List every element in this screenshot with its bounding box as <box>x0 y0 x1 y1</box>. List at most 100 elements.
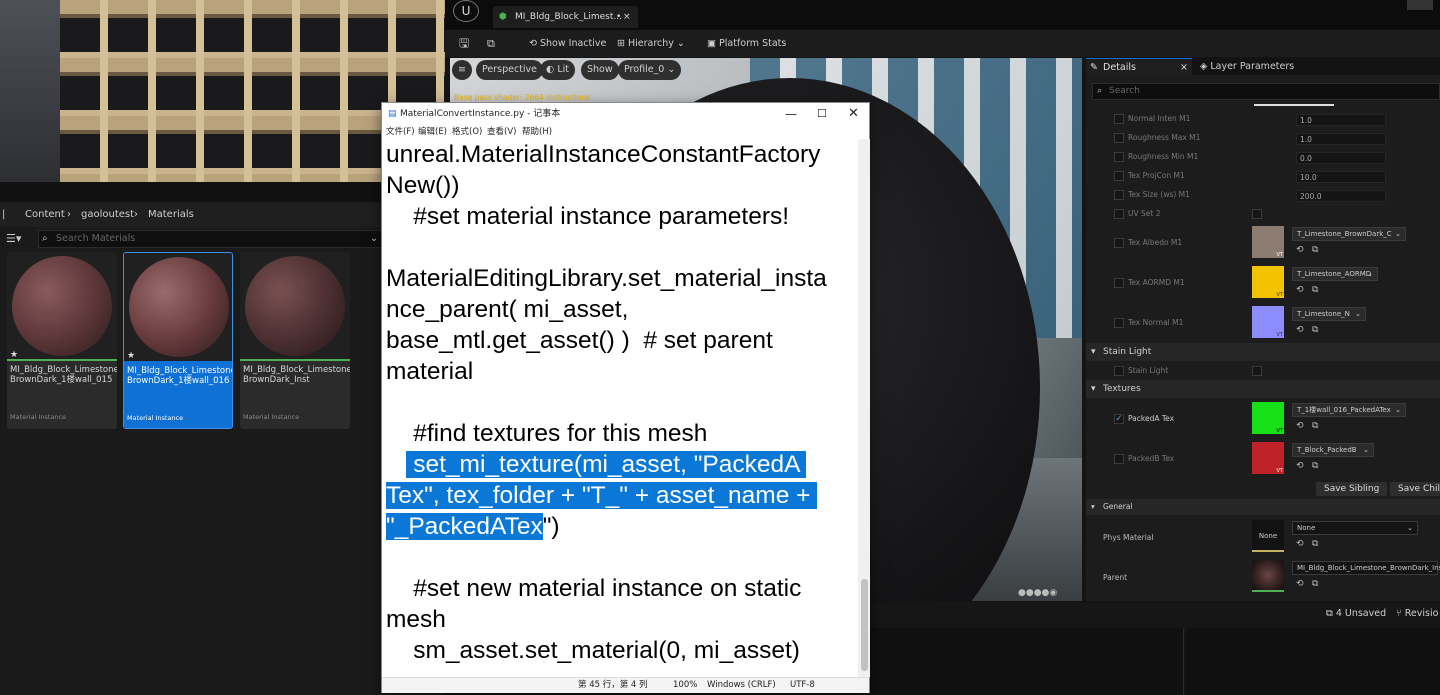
texture-thumbnail[interactable]: VT <box>1252 306 1284 338</box>
section-textures[interactable]: ▾ Textures <box>1086 380 1440 398</box>
browse-icon[interactable]: ⧉ <box>1312 579 1318 589</box>
menu-file[interactable]: 文件(F) <box>386 125 415 137</box>
parent-thumbnail[interactable] <box>1252 560 1284 592</box>
notepad-titlebar: ▤ MaterialConvertInstance.py - 记事本 — ☐ ✕ <box>382 103 869 125</box>
hierarchy-icon: ⊞ <box>617 38 628 49</box>
close-icon[interactable]: × <box>623 6 631 28</box>
texture-asset-dropdown[interactable]: T_Limestone_N ⌄ <box>1292 307 1366 321</box>
param-value[interactable]: 0.0 <box>1296 152 1386 164</box>
override-checkbox[interactable] <box>1114 318 1124 328</box>
section-stain-light[interactable]: ▾ Stain Light <box>1086 343 1440 361</box>
phys-material-thumbnail[interactable]: None <box>1252 520 1284 552</box>
chevron-down-icon[interactable]: ⌄ <box>370 231 378 247</box>
search-materials-input[interactable]: ⌕ Search Materials ⌄ <box>38 230 383 248</box>
minimize-icon[interactable]: — <box>785 103 797 125</box>
tab-layer-parameters[interactable]: ◈ Layer Parameters <box>1200 58 1294 75</box>
param-value[interactable]: 10.0 <box>1296 171 1386 183</box>
close-icon[interactable]: × <box>1180 59 1188 76</box>
scrollbar-thumb[interactable] <box>861 579 868 671</box>
texture-asset-dropdown[interactable]: T_Block_PackedB ⌄ <box>1292 443 1374 457</box>
menu-icon[interactable]: ≡ <box>452 60 472 80</box>
browse-icon[interactable]: ⧉ <box>1312 421 1318 431</box>
override-checkbox[interactable] <box>1114 209 1124 219</box>
unsaved-button[interactable]: ⧉ 4 Unsaved <box>1326 608 1386 619</box>
browse-icon[interactable]: ⧉ <box>1312 539 1318 549</box>
override-checkbox[interactable] <box>1114 238 1124 248</box>
hierarchy-button[interactable]: ⊞ Hierarchy ⌄ <box>617 30 685 57</box>
override-checkbox[interactable] <box>1114 366 1124 376</box>
texture-asset-dropdown[interactable]: T_1楼wall_016_PackedATex ⌄ <box>1292 403 1406 417</box>
param-checkbox[interactable] <box>1252 366 1262 376</box>
perspective-button[interactable]: Perspective <box>476 60 544 80</box>
asset-thumbnail <box>240 252 350 360</box>
override-checkbox[interactable] <box>1114 278 1124 288</box>
save-child-button[interactable]: Save Chil <box>1390 482 1440 496</box>
param-value[interactable]: 200.0 <box>1296 190 1386 202</box>
use-selected-icon[interactable]: ⟲ <box>1296 461 1304 471</box>
level-viewport[interactable] <box>0 0 445 182</box>
param-label: Normal Inten M1 <box>1128 114 1191 123</box>
code-line: set_mi_texture(mi_asset, "PackedA <box>386 449 856 480</box>
filter-icon[interactable]: ☰▾ <box>6 232 21 245</box>
profile-dropdown[interactable]: Profile_0 ⌄ <box>618 60 682 80</box>
platform-stats-button[interactable]: ▣ Platform Stats <box>707 30 786 57</box>
texture-asset-dropdown[interactable]: T_Limestone_AORMD ⌄ <box>1292 267 1378 281</box>
texture-asset-dropdown[interactable]: T_Limestone_BrownDark_C ⌄ <box>1292 227 1406 241</box>
menu-format[interactable]: 格式(O) <box>452 125 482 137</box>
texture-thumbnail[interactable]: VT <box>1252 402 1284 434</box>
override-checkbox[interactable] <box>1114 190 1124 200</box>
show-inactive-button[interactable]: ⟲ Show Inactive <box>529 30 606 57</box>
texture-thumbnail[interactable]: VT <box>1252 226 1284 258</box>
texture-thumbnail[interactable]: VT <box>1252 442 1284 474</box>
window-control[interactable] <box>1407 0 1433 10</box>
menu-view[interactable]: 查看(V) <box>487 125 516 137</box>
use-selected-icon[interactable]: ⟲ <box>1296 325 1304 335</box>
save-icon[interactable]: 🖫 <box>459 30 469 57</box>
override-checkbox[interactable] <box>1114 454 1124 464</box>
tab-details[interactable]: ✎ Details × <box>1086 58 1192 75</box>
browse-icon[interactable]: ⧉ <box>487 30 495 57</box>
use-selected-icon[interactable]: ⟲ <box>1296 421 1304 431</box>
maximize-icon[interactable]: ☐ <box>817 103 827 125</box>
browse-icon[interactable]: ⧉ <box>1312 245 1318 255</box>
lit-button[interactable]: ◐ Lit <box>540 60 575 80</box>
use-selected-icon[interactable]: ⟲ <box>1296 285 1304 295</box>
browse-icon[interactable]: ⧉ <box>1312 285 1318 295</box>
unreal-logo-icon[interactable]: U <box>453 0 479 22</box>
override-checkbox[interactable] <box>1114 133 1124 143</box>
menu-help[interactable]: 帮助(H) <box>522 125 552 137</box>
param-value[interactable]: 1.0 <box>1296 114 1386 126</box>
save-sibling-button[interactable]: Save Sibling <box>1316 482 1388 496</box>
override-checkbox-checked[interactable]: ✓ <box>1114 414 1124 424</box>
override-checkbox[interactable] <box>1114 171 1124 181</box>
param-checkbox[interactable] <box>1252 209 1262 219</box>
menu-edit[interactable]: 编辑(E) <box>418 125 447 137</box>
use-selected-icon[interactable]: ⟲ <box>1296 245 1304 255</box>
revision-button[interactable]: ⑂ Revisio <box>1396 608 1438 619</box>
param-label: Tex ProjCon M1 <box>1128 171 1185 180</box>
breadcrumb-content[interactable]: Content <box>25 203 65 227</box>
breadcrumb-gaoloutest[interactable]: gaoloutest <box>81 203 134 227</box>
browse-icon[interactable]: ⧉ <box>1312 461 1318 471</box>
asset-tile[interactable]: MI_Bldg_Block_Limestone_ BrownDark_Inst … <box>240 252 350 429</box>
show-button[interactable]: Show <box>581 60 619 80</box>
section-general[interactable]: ▾ General <box>1086 499 1440 515</box>
editor-tab[interactable]: ⬢ MI_Bldg_Block_Limest... • × <box>493 6 638 28</box>
use-selected-icon[interactable]: ⟲ <box>1296 539 1304 549</box>
param-value[interactable]: 1.0 <box>1296 133 1386 145</box>
close-icon[interactable]: ✕ <box>848 103 859 125</box>
asset-tile[interactable]: ★ MI_Bldg_Block_Limestone_ BrownDark_1楼w… <box>7 252 117 429</box>
notepad-text-area[interactable]: unreal.MaterialInstanceConstantFactory N… <box>386 139 856 677</box>
texture-thumbnail[interactable]: VT <box>1252 266 1284 298</box>
override-checkbox[interactable] <box>1114 114 1124 124</box>
phys-material-dropdown[interactable]: None ⌄ <box>1292 521 1418 535</box>
details-search-input[interactable]: ⌕ Search <box>1092 83 1440 100</box>
override-checkbox[interactable] <box>1114 152 1124 162</box>
breadcrumb-materials[interactable]: Materials <box>148 203 194 227</box>
param-label: Roughness Min M1 <box>1128 152 1199 161</box>
asset-tile-selected[interactable]: ★ MI_Bldg_Block_Limestone_ BrownDark_1楼w… <box>123 252 233 429</box>
browse-icon[interactable]: ⧉ <box>1312 325 1318 335</box>
use-selected-icon[interactable]: ⟲ <box>1296 579 1304 589</box>
preview-mesh-icons[interactable]: ●●●●◉ <box>1018 588 1080 600</box>
parent-asset[interactable]: MI_Bldg_Block_Limestone_BrownDark_Ins <box>1292 561 1440 575</box>
